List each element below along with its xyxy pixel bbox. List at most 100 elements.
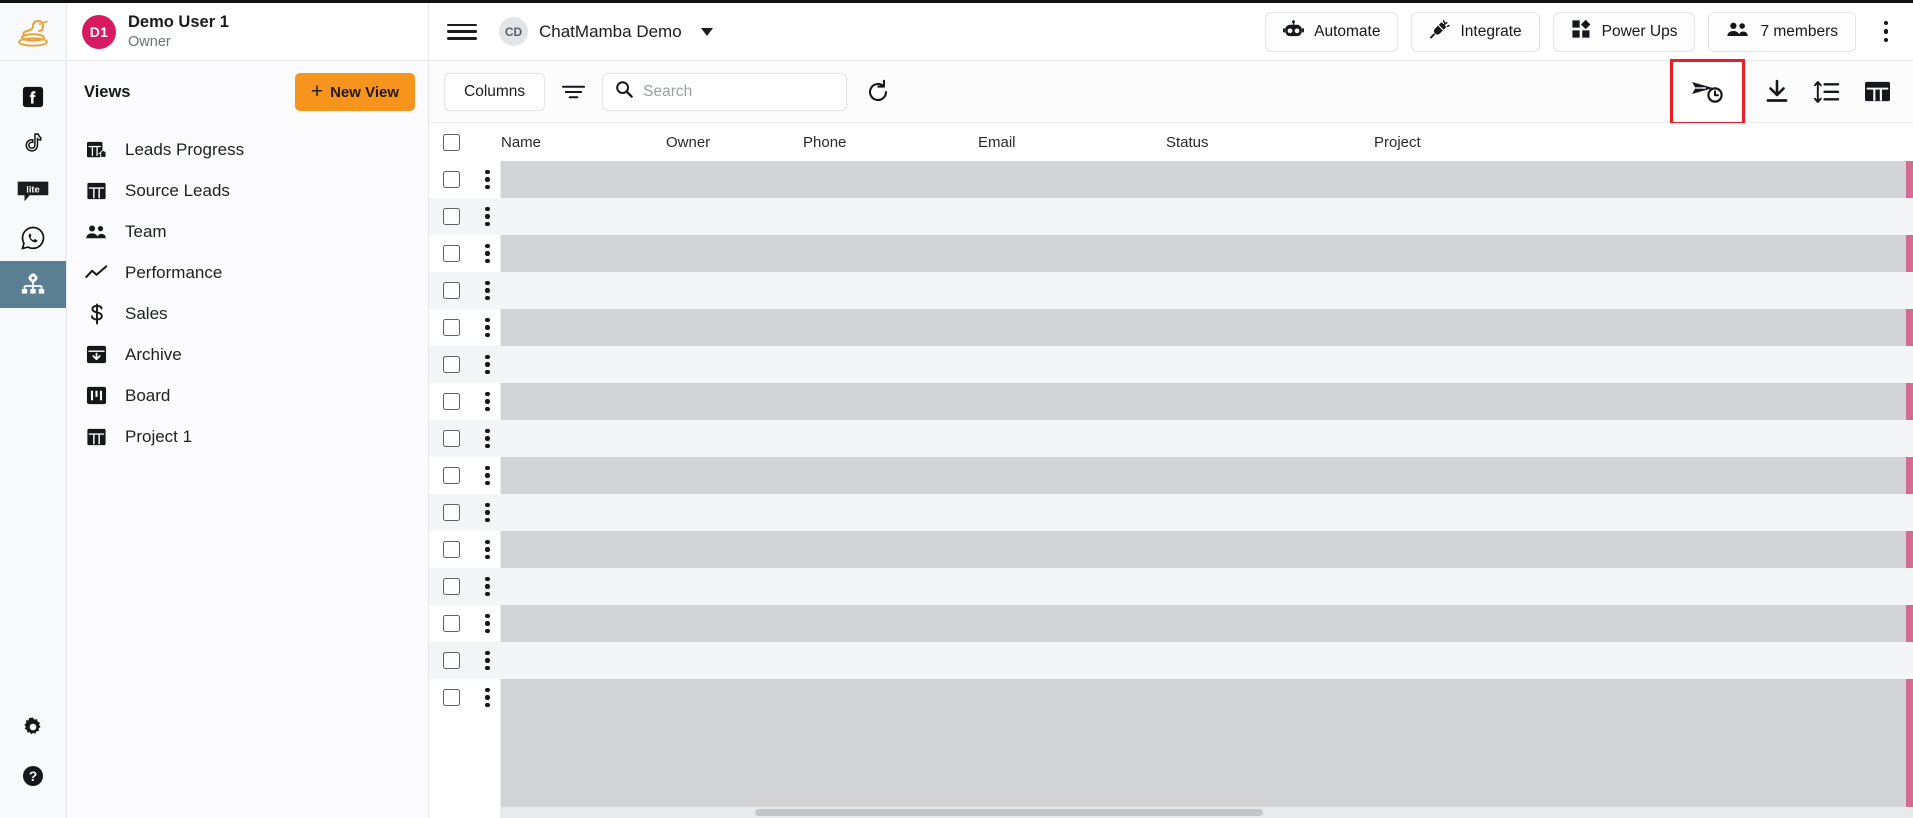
table-row[interactable] xyxy=(429,457,1913,494)
row-menu-icon[interactable] xyxy=(474,465,501,486)
workspace-selector[interactable]: CD ChatMamba Demo xyxy=(499,17,713,46)
rail-item-lite[interactable]: lite xyxy=(0,167,66,214)
table-row[interactable] xyxy=(429,568,1913,605)
row-menu-icon[interactable] xyxy=(474,502,501,523)
sidebar-item-sales[interactable]: Sales xyxy=(67,293,428,334)
column-header-name[interactable]: Name xyxy=(501,134,666,151)
row-select-cell xyxy=(429,208,474,225)
row-checkbox[interactable] xyxy=(443,615,460,632)
table-row[interactable] xyxy=(429,605,1913,642)
row-menu-icon[interactable] xyxy=(474,169,501,190)
table-row[interactable] xyxy=(429,272,1913,309)
row-checkbox[interactable] xyxy=(443,393,460,410)
power-ups-button[interactable]: Power Ups xyxy=(1552,11,1696,52)
row-height-icon[interactable] xyxy=(1813,79,1840,105)
sidebar-item-archive[interactable]: Archive xyxy=(67,334,428,375)
row-menu-icon[interactable] xyxy=(474,687,501,708)
table-row[interactable] xyxy=(429,309,1913,346)
table-row[interactable] xyxy=(429,161,1913,198)
table-row[interactable] xyxy=(429,531,1913,568)
column-header-project[interactable]: Project xyxy=(1374,134,1534,151)
row-select-cell xyxy=(429,245,474,262)
row-select-cell xyxy=(429,541,474,558)
row-menu-icon[interactable] xyxy=(474,317,501,338)
row-menu-icon[interactable] xyxy=(474,243,501,264)
table-icon[interactable] xyxy=(1864,79,1891,104)
integrate-button[interactable]: Integrate xyxy=(1411,11,1540,52)
table-row[interactable] xyxy=(429,642,1913,679)
views-sidebar: D1 Demo User 1 Owner Views + New View Le… xyxy=(67,3,429,818)
column-header-owner[interactable]: Owner xyxy=(666,134,803,151)
row-checkbox[interactable] xyxy=(443,689,460,706)
row-checkbox[interactable] xyxy=(443,578,460,595)
row-menu-icon[interactable] xyxy=(474,354,501,375)
horizontal-scrollbar[interactable] xyxy=(501,807,1913,818)
mamba-snake-logo-icon xyxy=(18,19,48,47)
table-row[interactable] xyxy=(429,420,1913,457)
table-row[interactable] xyxy=(429,679,1913,716)
row-checkbox[interactable] xyxy=(443,245,460,262)
sidebar-item-label: Performance xyxy=(125,262,223,282)
row-menu-icon[interactable] xyxy=(474,280,501,301)
sidebar-item-leads-progress[interactable]: Leads Progress xyxy=(67,129,428,170)
tiktok-icon xyxy=(25,132,42,152)
row-checkbox[interactable] xyxy=(443,652,460,669)
current-user-card[interactable]: D1 Demo User 1 Owner xyxy=(67,3,428,61)
new-view-button[interactable]: + New View xyxy=(294,73,415,111)
table-row[interactable] xyxy=(429,494,1913,531)
rail-item-settings[interactable] xyxy=(0,702,66,751)
row-menu-icon[interactable] xyxy=(474,206,501,227)
sidebar-item-label: Project 1 xyxy=(125,426,193,446)
search-box[interactable] xyxy=(602,72,848,111)
chevron-down-icon xyxy=(700,27,713,36)
table-row[interactable] xyxy=(429,346,1913,383)
rail-item-whatsapp[interactable] xyxy=(0,214,66,261)
send-clock-icon[interactable] xyxy=(1691,78,1725,106)
row-menu-icon[interactable] xyxy=(474,650,501,671)
row-checkbox[interactable] xyxy=(443,356,460,373)
row-checkbox[interactable] xyxy=(443,504,460,521)
download-icon[interactable] xyxy=(1765,79,1789,105)
top-toolbar: CD ChatMamba Demo Automate Integrate Pow… xyxy=(429,3,1913,61)
column-header-email[interactable]: Email xyxy=(978,134,1166,151)
table-row[interactable] xyxy=(429,383,1913,420)
row-checkbox[interactable] xyxy=(443,467,460,484)
members-label: 7 members xyxy=(1760,22,1838,40)
sidebar-item-board[interactable]: Board xyxy=(67,375,428,416)
row-menu-icon[interactable] xyxy=(474,539,501,560)
table-row[interactable] xyxy=(429,198,1913,235)
rail-item-tiktok[interactable] xyxy=(0,120,66,167)
column-header-status[interactable]: Status xyxy=(1166,134,1374,151)
app-logo[interactable] xyxy=(0,3,66,61)
select-all-checkbox[interactable] xyxy=(443,133,460,151)
automate-button[interactable]: Automate xyxy=(1265,11,1399,52)
sidebar-item-performance[interactable]: Performance xyxy=(67,252,428,293)
rail-item-facebook[interactable] xyxy=(0,73,66,120)
table-row[interactable] xyxy=(429,235,1913,272)
row-checkbox[interactable] xyxy=(443,541,460,558)
sidebar-item-project-1[interactable]: Project 1 xyxy=(67,416,428,457)
scrollbar-thumb[interactable] xyxy=(755,809,1264,816)
hamburger-icon[interactable] xyxy=(447,21,477,43)
rail-item-help[interactable]: ? xyxy=(0,751,66,800)
row-checkbox[interactable] xyxy=(443,282,460,299)
members-button[interactable]: 7 members xyxy=(1708,11,1856,52)
row-menu-icon[interactable] xyxy=(474,576,501,597)
refresh-icon[interactable] xyxy=(865,79,891,105)
row-checkbox[interactable] xyxy=(443,208,460,225)
search-input[interactable] xyxy=(643,82,844,101)
row-checkbox[interactable] xyxy=(443,319,460,336)
row-menu-icon[interactable] xyxy=(474,391,501,412)
row-checkbox[interactable] xyxy=(443,430,460,447)
columns-button[interactable]: Columns xyxy=(444,72,546,111)
rail-item-flows[interactable] xyxy=(0,261,66,308)
sidebar-item-team[interactable]: Team xyxy=(67,211,428,252)
trend-line-icon xyxy=(85,264,108,282)
column-header-phone[interactable]: Phone xyxy=(803,134,978,151)
kebab-menu-icon[interactable] xyxy=(1873,15,1899,49)
row-menu-icon[interactable] xyxy=(474,428,501,449)
row-menu-icon[interactable] xyxy=(474,613,501,634)
filter-icon[interactable] xyxy=(561,82,586,102)
row-checkbox[interactable] xyxy=(443,171,460,188)
sidebar-item-source-leads[interactable]: Source Leads xyxy=(67,170,428,211)
